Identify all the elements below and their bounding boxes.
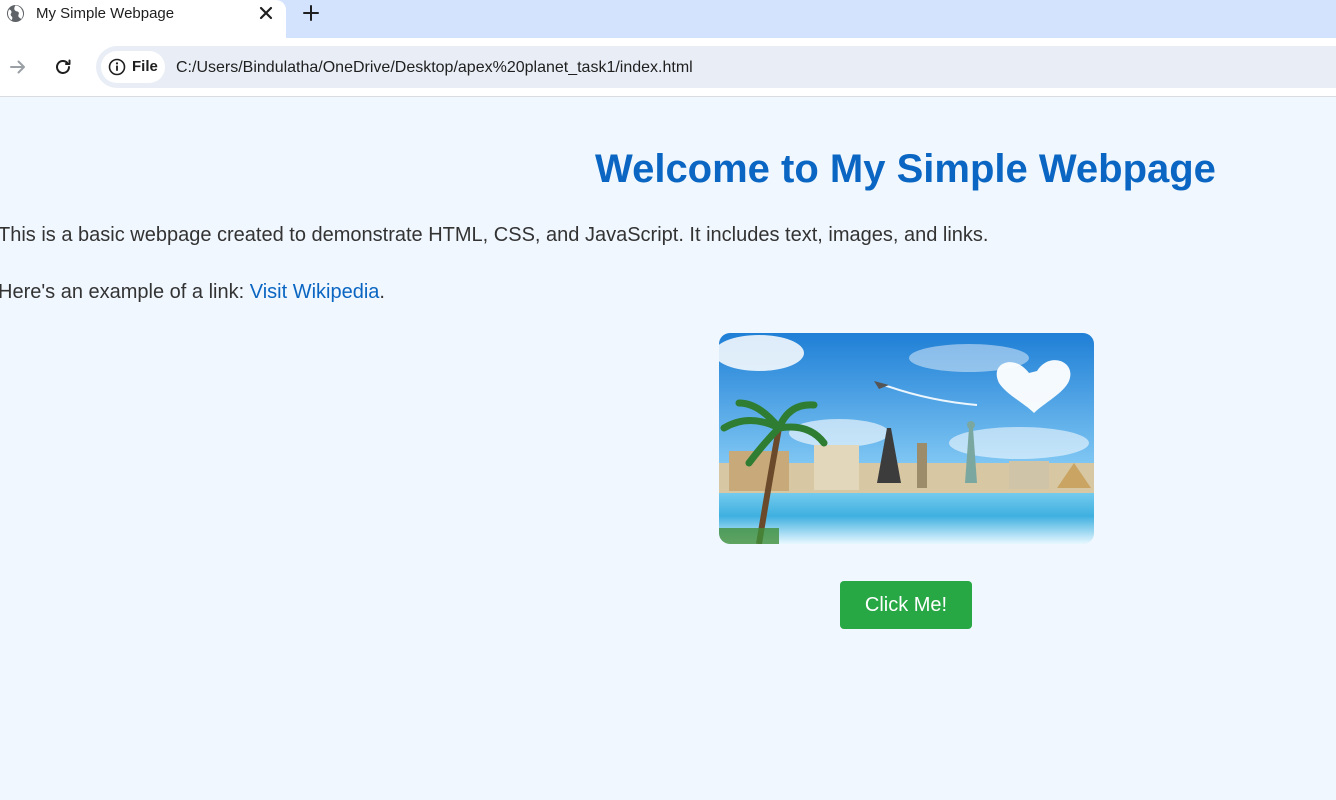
travel-landmarks-image xyxy=(719,333,1094,544)
active-tab[interactable]: My Simple Webpage xyxy=(0,0,286,38)
new-tab-button[interactable] xyxy=(301,3,321,23)
page-content: Welcome to My Simple Webpage This is a b… xyxy=(0,97,1336,800)
address-bar[interactable]: File C:/Users/Bindulatha/OneDrive/Deskto… xyxy=(96,46,1336,88)
browser-toolbar: File C:/Users/Bindulatha/OneDrive/Deskto… xyxy=(0,38,1336,97)
tab-strip: My Simple Webpage xyxy=(0,0,1336,38)
info-icon xyxy=(108,58,126,76)
wikipedia-link[interactable]: Visit Wikipedia xyxy=(250,281,380,303)
tab-title: My Simple Webpage xyxy=(36,5,175,22)
reload-icon xyxy=(56,59,71,74)
site-info-chip[interactable]: File xyxy=(101,51,165,83)
click-me-button[interactable]: Click Me! xyxy=(840,581,972,629)
close-icon[interactable] xyxy=(256,3,276,23)
site-chip-label: File xyxy=(132,58,158,75)
page-title: Welcome to My Simple Webpage xyxy=(595,147,1216,191)
arrow-right-icon xyxy=(10,60,25,74)
link-suffix: . xyxy=(379,281,385,303)
plus-icon xyxy=(303,5,319,21)
link-prefix: Here's an example of a link: xyxy=(0,281,250,303)
url-text[interactable]: C:/Users/Bindulatha/OneDrive/Desktop/ape… xyxy=(176,58,693,77)
globe-icon xyxy=(6,4,25,23)
forward-button[interactable] xyxy=(6,55,30,79)
intro-paragraph: This is a basic webpage created to demon… xyxy=(0,224,989,246)
link-paragraph: Here's an example of a link: Visit Wikip… xyxy=(0,280,385,304)
reload-button[interactable] xyxy=(51,55,75,79)
